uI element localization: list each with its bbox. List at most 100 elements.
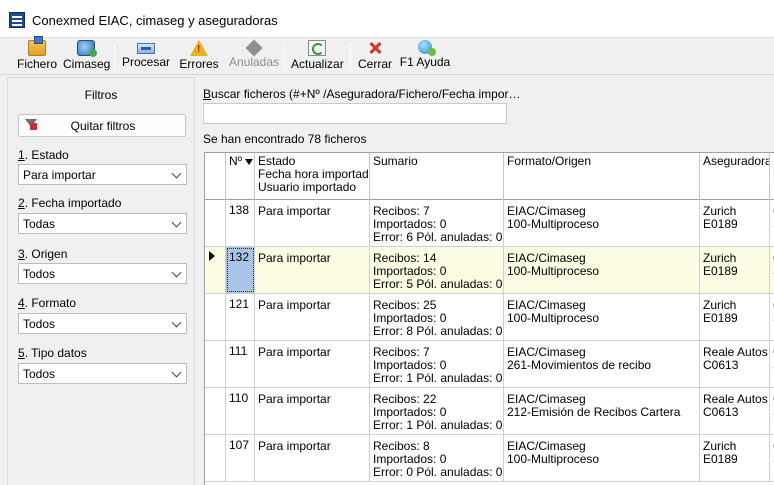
cerrar-button[interactable]: Cerrar <box>357 39 393 73</box>
chevron-down-icon <box>171 217 182 228</box>
aseguradora-cell: Reale Autos C0613 <box>700 388 770 434</box>
errores-button[interactable]: Errores <box>178 39 220 73</box>
diamond-icon <box>245 39 263 57</box>
tipo-select-value: Todos <box>23 367 56 381</box>
estado-filter-label: 1. Estado <box>18 148 69 162</box>
formato-cell: EIAC/Cimaseg 212-Emisión de Recibos Carte… <box>504 388 700 434</box>
chevron-down-icon <box>171 317 182 328</box>
formato-cell: EIAC/Cimaseg 261-Movimientos de recibo <box>504 341 700 387</box>
sumario-cell: Recibos: 7 Importados: 0 Error: 6 Pól. anu… <box>370 200 504 246</box>
table-row[interactable]: 110 Para importar Recibos: 22 Importados:… <box>205 388 774 435</box>
row-indicator-cell <box>205 294 226 340</box>
table-row[interactable]: 107 Para importar Recibos: 8 Importados: … <box>205 435 774 482</box>
origen-select-value: Todos <box>23 267 56 281</box>
clear-filters-label: Quitar filtros <box>70 119 136 133</box>
formato-cell: EIAC/Cimaseg 100-Multiproceso <box>504 294 700 340</box>
chevron-down-icon <box>171 367 182 378</box>
table-row[interactable]: 111 Para importar Recibos: 7 Importados: … <box>205 341 774 388</box>
search-input[interactable] <box>203 103 507 124</box>
estado-cell: Para importar <box>255 388 370 434</box>
found-count: Se han encontrado 78 ficheros <box>203 132 367 146</box>
formato-filter-label: 4. Formato <box>18 296 77 310</box>
refresh-icon <box>308 40 326 56</box>
errores-label: Errores <box>179 57 219 71</box>
filters-panel: Filtros Quitar filtros 1. Estado Para im… <box>7 77 195 485</box>
table-row-selected[interactable]: 132 Para importar Recibos: 14 Importados:… <box>205 247 774 294</box>
formato-select[interactable]: Todos <box>18 313 187 334</box>
fecha-filter-label: 2. Fecha importado <box>18 196 122 210</box>
origen-select[interactable]: Todos <box>18 263 187 284</box>
sumario-cell: Recibos: 8 Importados: 0 Error: 0 Pól. anu… <box>370 435 504 481</box>
num-column-header[interactable]: Nº <box>226 153 255 200</box>
estado-cell: Para importar <box>255 247 370 293</box>
cimaseg-button[interactable]: Cimaseg <box>63 39 111 73</box>
anuladas-label: Anuladas <box>228 55 280 69</box>
formato-select-value: Todos <box>23 317 56 331</box>
estado-select[interactable]: Para importar <box>18 164 187 185</box>
ayuda-button[interactable]: F1 Ayuda <box>399 39 451 73</box>
formato-cell: EIAC/Cimaseg 100-Multiproceso <box>504 200 700 246</box>
app-icon <box>9 12 25 28</box>
cerrar-label: Cerrar <box>357 57 392 71</box>
table-row[interactable]: 138 Para importar Recibos: 7 Importados: … <box>205 200 774 247</box>
files-grid: Nº Estado Fecha hora importado Usuario imp… <box>204 152 774 485</box>
extra-cell: CSE <box>770 435 774 481</box>
row-indicator-cell <box>205 341 226 387</box>
current-row-arrow-icon <box>209 251 215 261</box>
extra-cell: CSE <box>770 247 774 293</box>
fichero-button[interactable]: Fichero <box>14 36 60 73</box>
clear-filters-button[interactable]: Quitar filtros <box>18 114 186 137</box>
extra-cell: CSE <box>770 388 774 434</box>
estado-select-value: Para importar <box>23 168 96 182</box>
close-icon <box>366 40 384 56</box>
row-indicator-cell <box>205 435 226 481</box>
aseguradora-cell: Zurich E0189 <box>700 435 770 481</box>
estado-column-header[interactable]: Estado Fecha hora importado Usuario import… <box>255 153 370 200</box>
chevron-down-icon <box>171 267 182 278</box>
num-cell[interactable]: 132 <box>226 247 255 293</box>
cimaseg-label: Cimaseg <box>63 57 111 71</box>
procesar-button[interactable]: Procesar <box>121 39 171 73</box>
tipo-filter-label: 5. Tipo datos <box>18 346 87 360</box>
table-row[interactable]: 121 Para importar Recibos: 25 Importados:… <box>205 294 774 341</box>
num-cell: 107 <box>226 435 255 481</box>
estado-cell: Para importar <box>255 200 370 246</box>
formato-column-header[interactable]: Formato/Origen <box>504 153 700 200</box>
fecha-select[interactable]: Todas <box>18 213 187 234</box>
ayuda-label: F1 Ayuda <box>399 55 451 69</box>
help-icon <box>418 40 436 56</box>
num-cell: 110 <box>226 388 255 434</box>
extra-cell: CSE <box>770 200 774 246</box>
aseguradora-cell: Zurich E0189 <box>700 200 770 246</box>
extra-column-header[interactable]: FUF <box>770 153 774 200</box>
grid-header: Nº Estado Fecha hora importado Usuario imp… <box>205 153 774 200</box>
toolbar-separator <box>350 42 351 71</box>
row-indicator-cell <box>205 388 226 434</box>
row-indicator-cell <box>205 247 226 293</box>
num-cell: 111 <box>226 341 255 387</box>
search-label: Buscar ficheros (#+Nº /Aseguradora/Fiche… <box>203 87 521 101</box>
aseguradora-column-header[interactable]: Aseguradora <box>700 153 770 200</box>
aseguradora-cell: Zurich E0189 <box>700 247 770 293</box>
extra-cell: CSE <box>770 341 774 387</box>
formato-cell: EIAC/Cimaseg 100-Multiproceso <box>504 435 700 481</box>
origen-filter-label: 3. Origen <box>18 247 68 261</box>
actualizar-button[interactable]: Actualizar <box>291 39 344 73</box>
sumario-column-header[interactable]: Sumario <box>370 153 504 200</box>
num-cell: 121 <box>226 294 255 340</box>
estado-cell: Para importar <box>255 435 370 481</box>
sumario-cell: Recibos: 25 Importados: 0 Error: 8 Pól. an… <box>370 294 504 340</box>
fecha-select-value: Todas <box>23 217 56 231</box>
estado-cell: Para importar <box>255 294 370 340</box>
formato-cell: EIAC/Cimaseg 100-Multiproceso <box>504 247 700 293</box>
fichero-label: Fichero <box>16 57 57 71</box>
row-indicator-cell <box>205 200 226 246</box>
sumario-cell: Recibos: 7 Importados: 0 Error: 1 Pól. anu… <box>370 341 504 387</box>
tipo-select[interactable]: Todos <box>18 363 187 384</box>
procesar-label: Procesar <box>121 55 171 69</box>
estado-cell: Para importar <box>255 341 370 387</box>
process-icon <box>137 43 155 54</box>
indicator-header <box>205 153 226 200</box>
anuladas-button[interactable]: Anuladas <box>228 39 280 73</box>
cimaseg-icon <box>77 40 97 57</box>
